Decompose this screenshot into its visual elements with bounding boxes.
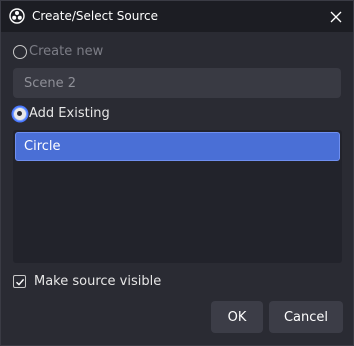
checkmark-icon: [15, 278, 24, 286]
create-new-radio[interactable]: [13, 44, 27, 59]
create-new-label: Create new: [29, 44, 104, 59]
close-icon: [330, 11, 342, 22]
make-visible-checkbox[interactable]: [13, 275, 26, 288]
make-visible-label: Make source visible: [34, 274, 162, 289]
source-name-input: Scene 2: [13, 68, 341, 98]
obs-icon: [9, 8, 25, 24]
ok-button[interactable]: OK: [211, 301, 263, 333]
add-existing-option[interactable]: Add Existing: [13, 106, 110, 121]
existing-sources-list[interactable]: Circle: [13, 130, 342, 263]
create-new-option[interactable]: Create new: [13, 44, 103, 59]
title-bar[interactable]: Create/Select Source: [1, 1, 353, 32]
add-existing-radio[interactable]: [13, 106, 27, 121]
close-button[interactable]: [319, 1, 353, 32]
list-item-circle[interactable]: Circle: [15, 132, 340, 161]
add-existing-label: Add Existing: [29, 106, 110, 121]
window-title: Create/Select Source: [32, 9, 158, 23]
make-visible-option[interactable]: Make source visible: [13, 274, 161, 289]
create-select-source-dialog: Create/Select Source Create new Scene 2 …: [0, 0, 354, 346]
cancel-button[interactable]: Cancel: [269, 301, 343, 333]
